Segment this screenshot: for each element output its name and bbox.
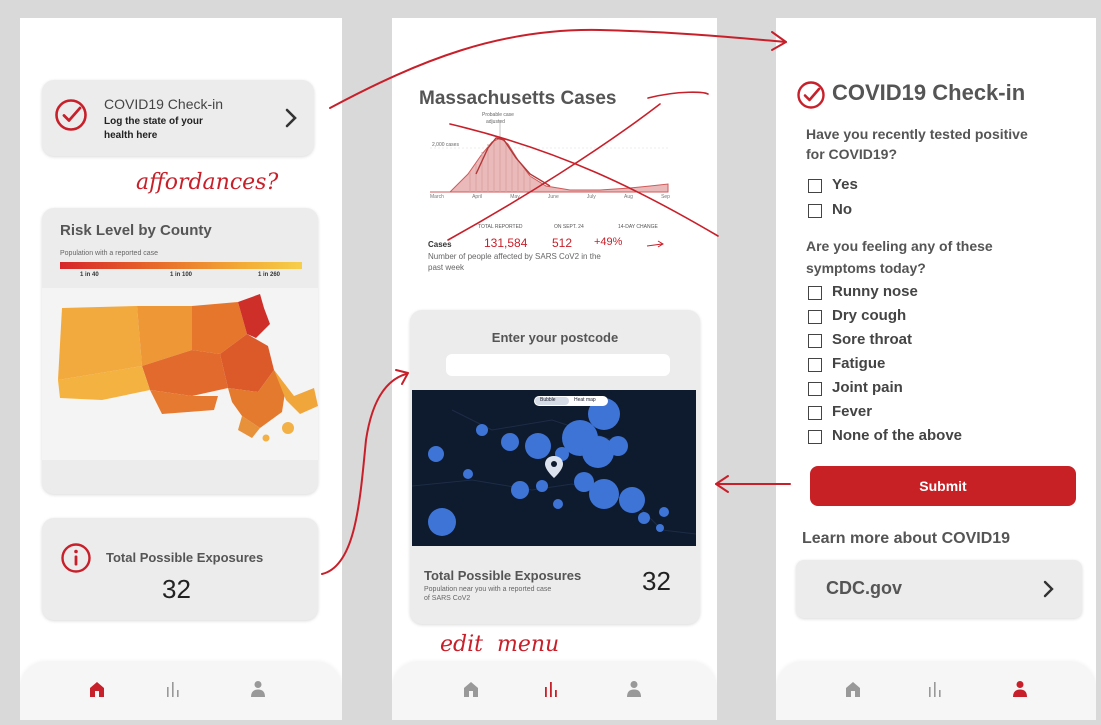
annotation-overlay [321, 28, 791, 575]
strike-line-2 [447, 103, 661, 241]
annotation-edit-menu: edit menu [440, 632, 560, 657]
arrow-exposures-to-map [321, 373, 407, 575]
arrow-checkin-to-form [329, 28, 787, 109]
strike-line-1 [449, 123, 719, 237]
strike-line-3 [647, 91, 709, 99]
annotation-affordances: affordances? [136, 170, 279, 195]
